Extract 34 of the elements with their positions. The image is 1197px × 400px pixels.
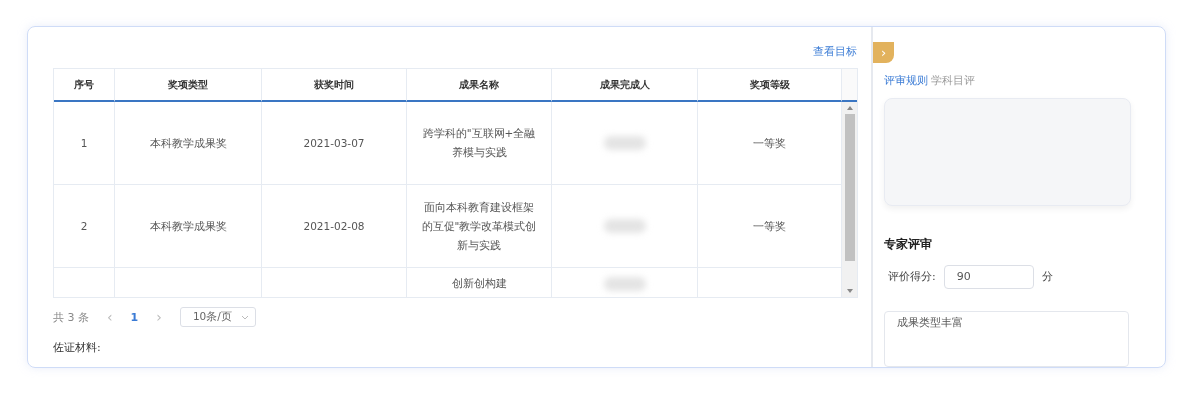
score-label: 评价得分: [888, 269, 936, 285]
table-cell-text: 面向本科教育建设框架的互促"教学改革模式创新与实践 [421, 199, 537, 253]
section-title: 专家评审 [884, 235, 933, 253]
column-header: 获奖时间 [262, 69, 407, 102]
blurred-text [603, 276, 646, 291]
column-header: 序号 [54, 69, 115, 102]
scrollbar[interactable] [842, 102, 857, 297]
chevron-down-icon [240, 314, 249, 320]
page-number[interactable]: 1 [130, 310, 139, 324]
table-cell-text: 本科教学成果奖 [149, 135, 227, 151]
panel-tab[interactable]: 评审规则 [884, 74, 928, 88]
table-cell-text: 2021-03-07 [303, 135, 365, 151]
score-unit: 分 [1041, 269, 1053, 285]
table-cell-text: 创新创构建 [451, 276, 507, 291]
table-cell-text: 2021-02-08 [303, 218, 365, 234]
header-corner [842, 69, 857, 102]
column-header: 成果名称 [407, 69, 552, 102]
table-cell-text: 一等奖 [753, 218, 786, 234]
score-input[interactable]: 90 [943, 264, 1034, 289]
evidence-label: 佐证材料: [53, 340, 102, 355]
page-size-select[interactable]: 10条/页 [179, 307, 256, 327]
panel-tab[interactable]: 学科目评 [931, 74, 975, 88]
table-cell-text: 本科教学成果奖 [149, 218, 227, 234]
column-header: 奖项类型 [115, 69, 262, 102]
table-cell-text: 1 [80, 135, 88, 151]
table-cell-text: 跨学科的"互联网+全融养模与实践 [421, 126, 537, 160]
comment-field[interactable]: 成果类型丰富 [884, 310, 1129, 367]
table-cell-text: 一等奖 [753, 135, 786, 151]
blurred-text [603, 136, 646, 150]
column-header: 成果完成人 [552, 69, 698, 102]
view-target-link[interactable]: 查看目标 [813, 44, 857, 68]
blurred-text [603, 219, 646, 233]
total-count: 共 3 条 [53, 309, 89, 325]
table-cell-text: 2 [80, 218, 88, 234]
